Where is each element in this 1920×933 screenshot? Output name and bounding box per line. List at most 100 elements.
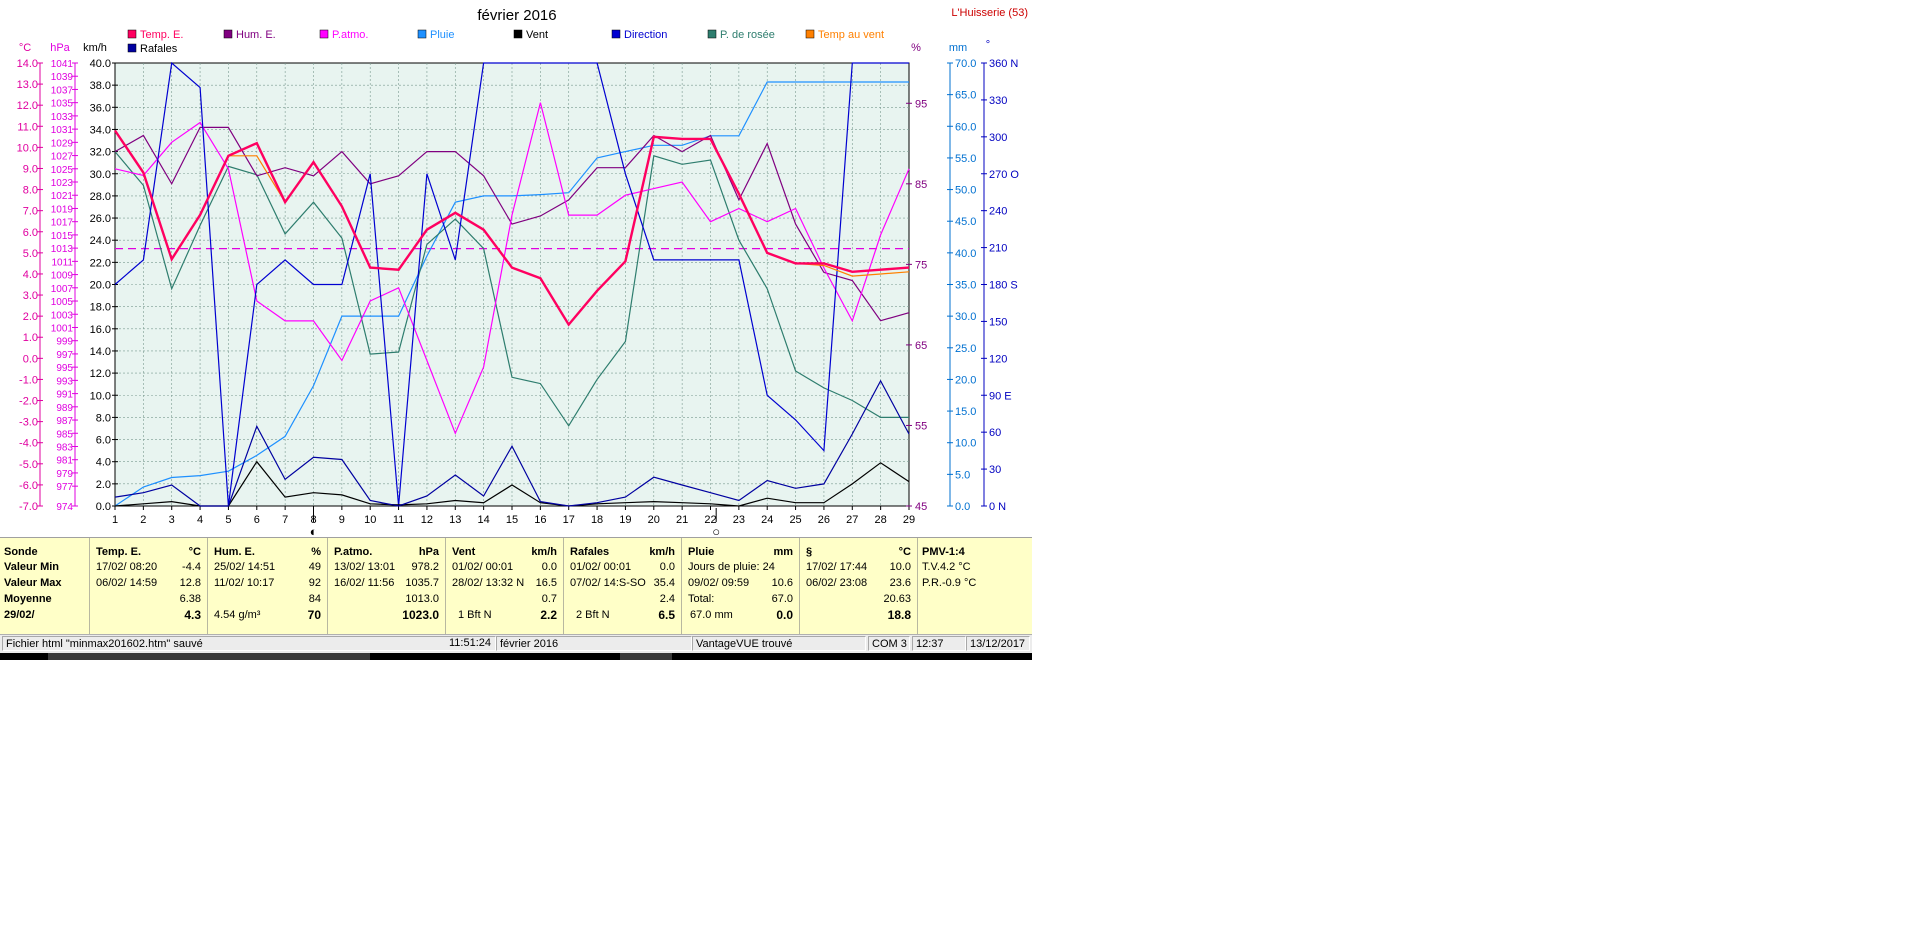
x-tick-label: 4: [197, 514, 203, 526]
temp-tick-label: -3.0: [19, 417, 38, 429]
press-tick-label: 974: [56, 502, 73, 513]
press-tick-label: 1013: [51, 244, 74, 255]
hum-min-row: 25/02/ 14:51 49: [212, 560, 323, 575]
gust-mean-row: 2.4: [568, 592, 677, 607]
temp-min-value: -4.4: [182, 561, 201, 573]
press-tick-label: 977: [56, 482, 73, 493]
rain-days: Jours de pluie: 24: [688, 561, 775, 573]
col-rain: Pluie mm Jours de pluie: 24 09/02/ 09:59 1…: [682, 538, 800, 634]
dir-tick-label: 210: [989, 243, 1007, 255]
press-unit-label: hPa: [50, 42, 70, 54]
x-tick-label: 2: [140, 514, 146, 526]
wind-tick-label: 16.0: [90, 324, 111, 336]
legend-label: Temp au vent: [818, 29, 884, 41]
wind-unit-label: km/h: [83, 42, 107, 54]
s-min-row: 17/02/ 17:44 10.0: [804, 560, 913, 575]
temp-tick-label: -7.0: [19, 501, 38, 513]
date-row-label: 29/02/: [4, 609, 35, 621]
pmv-header: PMV-1:4: [922, 546, 965, 558]
x-tick-label: 1: [112, 514, 118, 526]
wind-last-row: 1 Bft N 2.2: [450, 608, 559, 623]
hum-head-unit: %: [311, 546, 321, 558]
wind-tick-label: 26.0: [90, 213, 111, 225]
press-tick-label: 1003: [51, 310, 74, 321]
dir-tick-label: 0 N: [989, 501, 1006, 513]
temp-tick-label: 1.0: [23, 332, 38, 344]
press-tick-label: 989: [56, 403, 73, 414]
press-tick-label: 1027: [51, 152, 74, 163]
hum-max-row: 11/02/ 10:17 92: [212, 576, 323, 591]
hum-header: Hum. E.%: [212, 545, 323, 560]
gust-max-value: 35.4: [653, 577, 675, 589]
dir-tick-label: 180 S: [989, 280, 1018, 292]
hum-tick-label: 85: [915, 179, 927, 191]
press-tick-label: 1029: [51, 138, 74, 149]
rain-tick-label: 30.0: [955, 311, 976, 323]
dir-unit-label: °: [986, 39, 990, 51]
hum-max-value: 92: [308, 577, 321, 589]
temp-tick-label: -4.0: [19, 438, 38, 450]
press-tick-label: 995: [56, 363, 73, 374]
wind-last-value: 2.2: [540, 608, 557, 622]
press-mean-value: 1013.0: [405, 593, 439, 605]
legend-label: P.atmo.: [332, 29, 369, 41]
col-heat-index: § °C 17/02/ 17:44 10.0 06/02/ 23:08 23.6 20…: [800, 538, 918, 634]
rain-tick-label: 35.0: [955, 280, 976, 292]
dir-tick-label: 30: [989, 464, 1001, 476]
press-tick-label: 1035: [51, 99, 74, 110]
hum-tick-label: 75: [915, 259, 927, 271]
col-temp: Temp. E. °C 17/02/ 08:20 -4.4 06/02/ 14:59…: [90, 538, 208, 634]
hum-mean-value: 84: [308, 593, 321, 605]
press-tick-label: 1025: [51, 165, 74, 176]
wind-mean-value: 0.7: [541, 593, 557, 605]
wind-tick-label: 12.0: [90, 368, 111, 380]
x-tick-label: 12: [421, 514, 433, 526]
dir-tick-label: 360 N: [989, 58, 1018, 70]
hum-unit-label: %: [911, 42, 921, 54]
press-mean-row: 1013.0: [332, 592, 441, 607]
wind-tick-label: 38.0: [90, 80, 111, 92]
temp-mean-row: 6.38: [94, 592, 203, 607]
gust-min-value: 0.0: [659, 561, 675, 573]
legend-label: Vent: [526, 29, 548, 41]
legend-swatch: [513, 29, 523, 39]
gust-head-unit: km/h: [649, 546, 675, 558]
legend-swatch: [319, 29, 329, 39]
status-clock: 12:37: [912, 636, 966, 651]
press-tick-label: 993: [56, 376, 73, 387]
temp-header: Temp. E. °C: [94, 545, 203, 560]
gust-mean-value: 2.4: [659, 593, 675, 605]
rain-max-row: 09/02/ 09:59 10.6: [686, 576, 795, 591]
press-max-value: 1035.7: [405, 577, 439, 589]
x-tick-label: 3: [169, 514, 175, 526]
status-month: février 2016: [496, 636, 692, 651]
rain-tick-label: 40.0: [955, 248, 976, 260]
press-tick-label: 1015: [51, 231, 74, 242]
wind-tick-label: 10.0: [90, 390, 111, 402]
temp-min-date: 17/02/ 08:20: [96, 561, 158, 573]
location-label: L'Huisserie (53): [951, 7, 1028, 19]
wind-min-value: 0.0: [541, 561, 557, 573]
temp-tick-label: 0.0: [23, 353, 38, 365]
status-time: 11:51:24: [448, 637, 491, 649]
chart-area: février 2016 L'Huisserie (53) Temp. E. Hu…: [0, 0, 1032, 539]
temp-tick-label: 5.0: [23, 248, 38, 260]
rain-last-value: 0.0: [776, 608, 793, 622]
press-min-value: 978.2: [411, 561, 439, 573]
press-tick-label: 1023: [51, 178, 74, 189]
col-pmv: PMV-1:4 T.V.4.2 °C P.R.-0.9 °C: [918, 538, 1032, 634]
temp-max-row: 06/02/ 14:59 12.8: [94, 576, 203, 591]
min-row-label: Valeur Min: [4, 561, 60, 573]
press-tick-label: 981: [56, 456, 73, 467]
col-press: P.atmo. hPa 13/02/ 13:01 978.2 16/02/ 11:5…: [328, 538, 446, 634]
wind-tick-label: 34.0: [90, 124, 111, 136]
hum-mean-row: 84: [212, 592, 323, 607]
press-header: P.atmo. hPa: [332, 545, 441, 560]
legend-swatch: [707, 29, 717, 39]
press-tick-label: 1001: [51, 323, 74, 334]
rain-tick-label: 70.0: [955, 58, 976, 70]
rain-tick-label: 50.0: [955, 185, 976, 197]
gust-beaufort: 2 Bft N: [576, 609, 610, 621]
rain-tick-label: 5.0: [955, 469, 970, 481]
wind-header: Vent km/h: [450, 545, 559, 560]
